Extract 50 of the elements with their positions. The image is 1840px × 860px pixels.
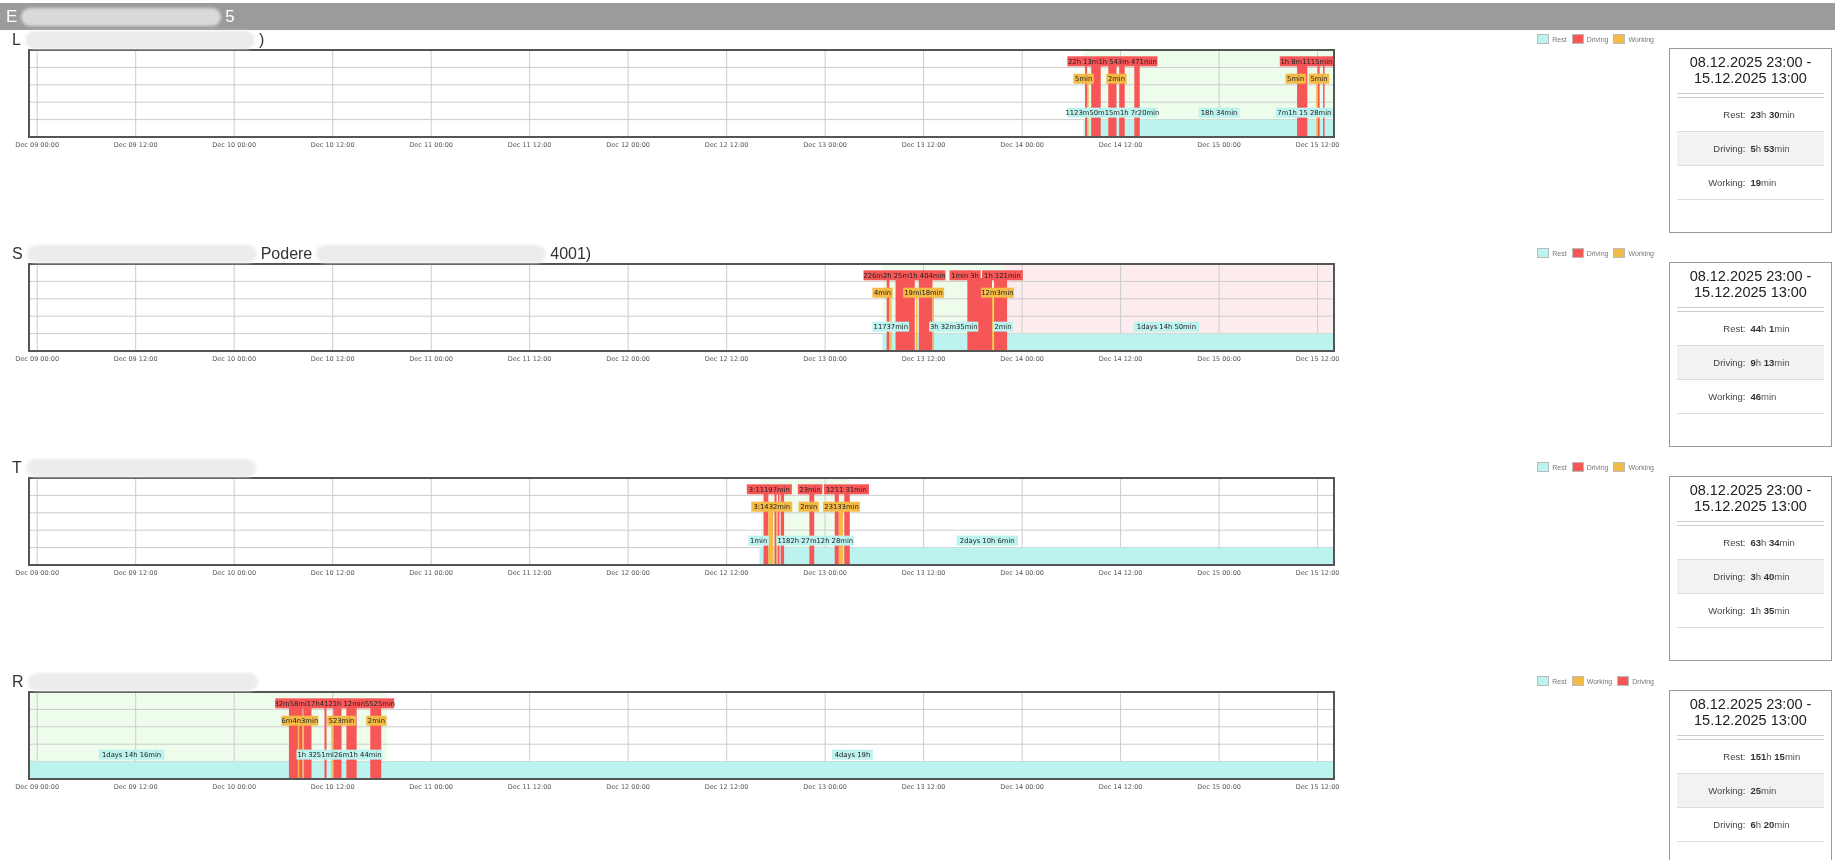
driver-name: L: [12, 31, 21, 49]
stat-value: 46min: [1750, 390, 1777, 402]
legend-swatch: [1537, 462, 1550, 472]
stat-label: Rest:: [1722, 322, 1747, 334]
legend-swatch: [1613, 34, 1626, 44]
legend-swatch: [1613, 248, 1626, 258]
stat-value: 44h 1min: [1750, 322, 1790, 334]
stat-label: Rest:: [1722, 536, 1747, 548]
driver-name: R: [12, 673, 24, 691]
stat-value: 9h 13min: [1750, 356, 1790, 368]
stat-value: 23h 30min: [1750, 108, 1795, 120]
period-title: 08.12.2025 23:00 - 15.12.2025 13:00: [1677, 263, 1824, 308]
legend-swatch: [1537, 248, 1550, 258]
stat-label: Driving:: [1712, 570, 1747, 582]
stat-label: Working:: [1707, 604, 1747, 616]
legend-swatch: [1571, 462, 1584, 472]
legend-swatch: [1613, 462, 1626, 472]
driver-name: T: [12, 459, 22, 477]
stat-value: 3h 40min: [1750, 570, 1790, 582]
stat-value: 63h 34min: [1750, 536, 1795, 548]
stat-label: Driving:: [1712, 818, 1747, 830]
stat-value: 1h 35min: [1750, 604, 1790, 616]
stat-value: 5h 53min: [1750, 142, 1790, 154]
period-title: 08.12.2025 23:00 - 15.12.2025 13:00: [1677, 477, 1824, 522]
stat-value: 19min: [1750, 176, 1777, 188]
stat-value: 6h 20min: [1750, 818, 1790, 830]
stat-label: Working:: [1707, 784, 1747, 796]
driver-name: 4001): [550, 245, 592, 263]
legend-swatch: [1571, 676, 1584, 686]
legend-swatch: [1617, 676, 1630, 686]
legend-swatch: [1537, 676, 1550, 686]
period-title: 08.12.2025 23:00 - 15.12.2025 13:00: [1677, 691, 1824, 736]
legend-swatch: [1571, 34, 1584, 44]
page-title: E: [6, 6, 18, 27]
stat-label: Rest:: [1722, 750, 1747, 762]
driver-name: Podere: [260, 245, 313, 263]
stat-value: 25min: [1750, 784, 1777, 796]
page-title: 5: [225, 6, 235, 27]
legend-swatch: [1571, 248, 1584, 258]
stat-label: Rest:: [1722, 108, 1747, 120]
stat-label: Driving:: [1712, 142, 1747, 154]
driver-name: ): [258, 31, 265, 49]
stat-label: Working:: [1707, 176, 1747, 188]
legend-swatch: [1537, 34, 1550, 44]
working-bar: [768, 511, 774, 565]
driver-name: S: [12, 245, 23, 263]
stat-label: Driving:: [1712, 356, 1747, 368]
stat-value: 151h 15min: [1750, 750, 1801, 762]
period-title: 08.12.2025 23:00 - 15.12.2025 13:00: [1677, 49, 1824, 94]
stat-label: Working:: [1707, 390, 1747, 402]
